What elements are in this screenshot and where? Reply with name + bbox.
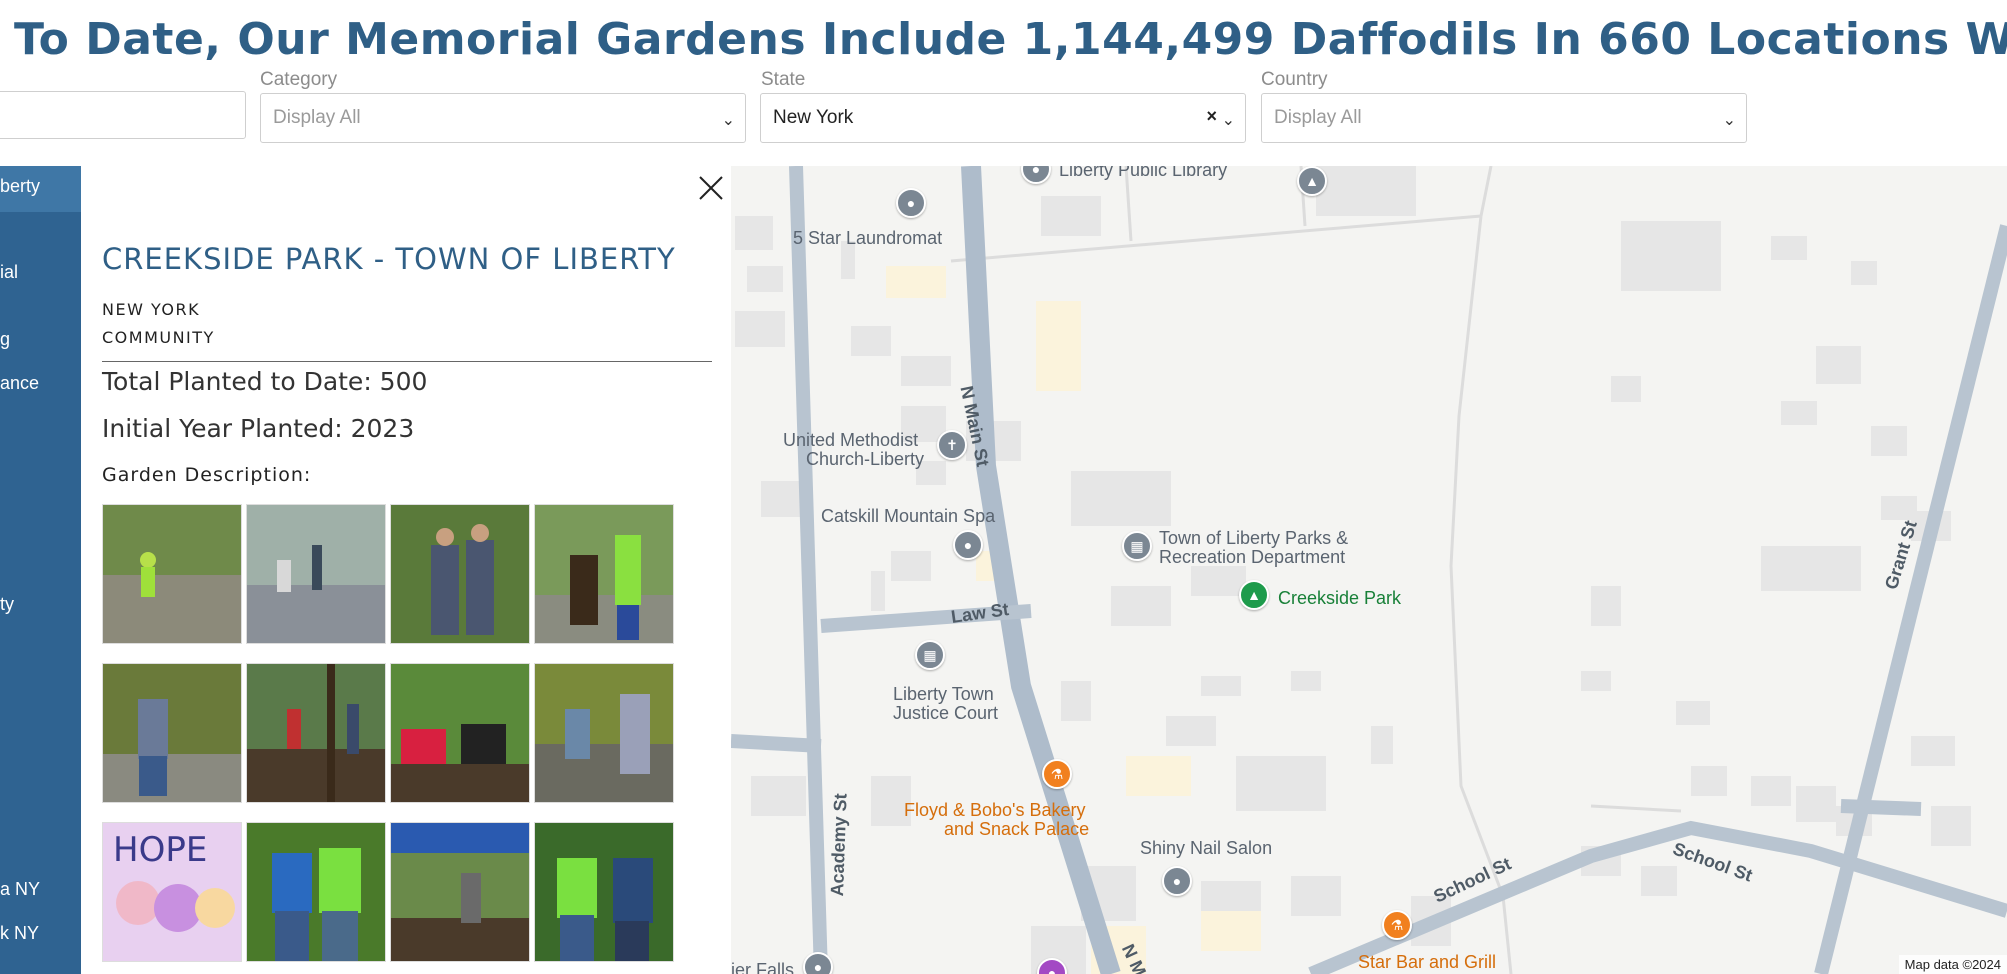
total-planted: Total Planted to Date: 500 (102, 367, 428, 396)
restaurant-pin-icon[interactable]: ⚗ (1042, 759, 1072, 789)
garden-list-item[interactable]: ial (0, 262, 18, 283)
poi-label[interactable]: Shiny Nail Salon (1140, 838, 1272, 858)
garden-photo[interactable] (246, 504, 386, 644)
map[interactable]: N Main St Law St Academy St School St Sc… (731, 166, 2007, 974)
garden-photo[interactable] (534, 663, 674, 803)
garden-title: CREEKSIDE PARK - TOWN OF LIBERTY (102, 242, 676, 276)
restaurant-pin-icon[interactable]: ⚗ (1382, 910, 1412, 940)
state-value: New York (773, 107, 854, 128)
category-select[interactable]: Display All ⌄ (260, 93, 746, 143)
poi-label[interactable]: Star Bar and Grill (1358, 952, 1496, 972)
initial-year: Initial Year Planted: 2023 (102, 414, 415, 443)
poi-label[interactable]: Justice Court (893, 703, 998, 723)
search-input[interactable] (0, 91, 246, 139)
government-pin-icon[interactable]: ▦ (915, 640, 945, 670)
poi-label[interactable]: Town of Liberty Parks & (1159, 528, 1348, 548)
description-label: Garden Description: (102, 464, 312, 486)
garden-photo[interactable] (534, 504, 674, 644)
poi-label[interactable]: Catskill Mountain Spa (821, 506, 995, 526)
map-attribution: Map data ©2024 (1898, 955, 2007, 974)
poi-label[interactable]: 5 Star Laundromat (793, 228, 942, 248)
government-pin-icon[interactable]: ▦ (1122, 531, 1152, 561)
svg-text:HOPE: HOPE (113, 830, 207, 870)
category-value: Display All (273, 107, 361, 128)
poi-label[interactable]: United Methodist (783, 430, 918, 450)
garden-photo[interactable] (534, 822, 674, 962)
garden-list-item[interactable]: a NY (0, 879, 40, 900)
chevron-down-icon: ⌄ (721, 112, 735, 129)
road-label: Academy St (827, 793, 851, 897)
garden-photo[interactable]: HOPE (102, 822, 242, 962)
garden-photo[interactable] (390, 663, 530, 803)
garden-list-item[interactable]: ty (0, 594, 14, 615)
state-select[interactable]: New York × ⌄ (760, 93, 1246, 143)
school-pin-icon[interactable]: ▲ (1297, 166, 1327, 196)
close-button[interactable] (695, 172, 727, 204)
location-pin-icon[interactable]: ● (803, 952, 833, 974)
garden-type: COMMUNITY (102, 328, 215, 347)
poi-label[interactable]: Creekside Park (1278, 588, 1401, 608)
poi-label[interactable]: Liberty Public Library (1059, 166, 1227, 180)
close-icon[interactable]: × (1206, 106, 1217, 127)
garden-list-item[interactable]: berty (0, 176, 40, 197)
garden-detail-panel: CREEKSIDE PARK - TOWN OF LIBERTY NEW YOR… (81, 166, 731, 974)
poi-label[interactable]: Recreation Department (1159, 547, 1345, 567)
garden-photo[interactable] (102, 663, 242, 803)
garden-photo[interactable] (102, 504, 242, 644)
map-canvas (731, 166, 2007, 974)
garden-list-item[interactable]: g (0, 329, 10, 350)
country-select[interactable]: Display All ⌄ (1261, 93, 1747, 143)
location-pin-icon[interactable]: ● (1162, 866, 1192, 896)
divider (102, 361, 712, 362)
garden-photo[interactable] (390, 504, 530, 644)
garden-list: berty ial g ance ty a NY k NY (0, 166, 81, 974)
garden-list-item[interactable]: k NY (0, 923, 39, 944)
park-pin-icon[interactable]: ▲ (1239, 580, 1269, 610)
poi-label[interactable]: and Snack Palace (944, 819, 1089, 839)
poi-label[interactable]: Liberty Town (893, 684, 994, 704)
poi-label[interactable]: ier Falls (731, 960, 794, 974)
garden-state: NEW YORK (102, 300, 201, 319)
page: To Date, Our Memorial Gardens Include 1,… (0, 0, 2007, 974)
state-label: State (761, 69, 806, 90)
chevron-down-icon: ⌄ (1722, 112, 1736, 129)
garden-list-item[interactable]: ance (0, 373, 39, 394)
garden-photo[interactable] (390, 822, 530, 962)
country-value: Display All (1274, 107, 1362, 128)
garden-photo[interactable] (246, 822, 386, 962)
poi-label[interactable]: Church-Liberty (806, 449, 924, 469)
location-pin-icon[interactable]: ● (896, 188, 926, 218)
category-label: Category (260, 69, 338, 90)
location-pin-icon[interactable]: ● (953, 530, 983, 560)
chevron-down-icon: ⌄ (1221, 112, 1235, 129)
country-label: Country (1261, 69, 1328, 90)
close-icon (699, 176, 723, 200)
church-pin-icon[interactable]: ✝ (937, 430, 967, 460)
poi-label[interactable]: Floyd & Bobo's Bakery (904, 800, 1086, 820)
page-headline: To Date, Our Memorial Gardens Include 1,… (14, 14, 2007, 65)
garden-photo[interactable] (246, 663, 386, 803)
